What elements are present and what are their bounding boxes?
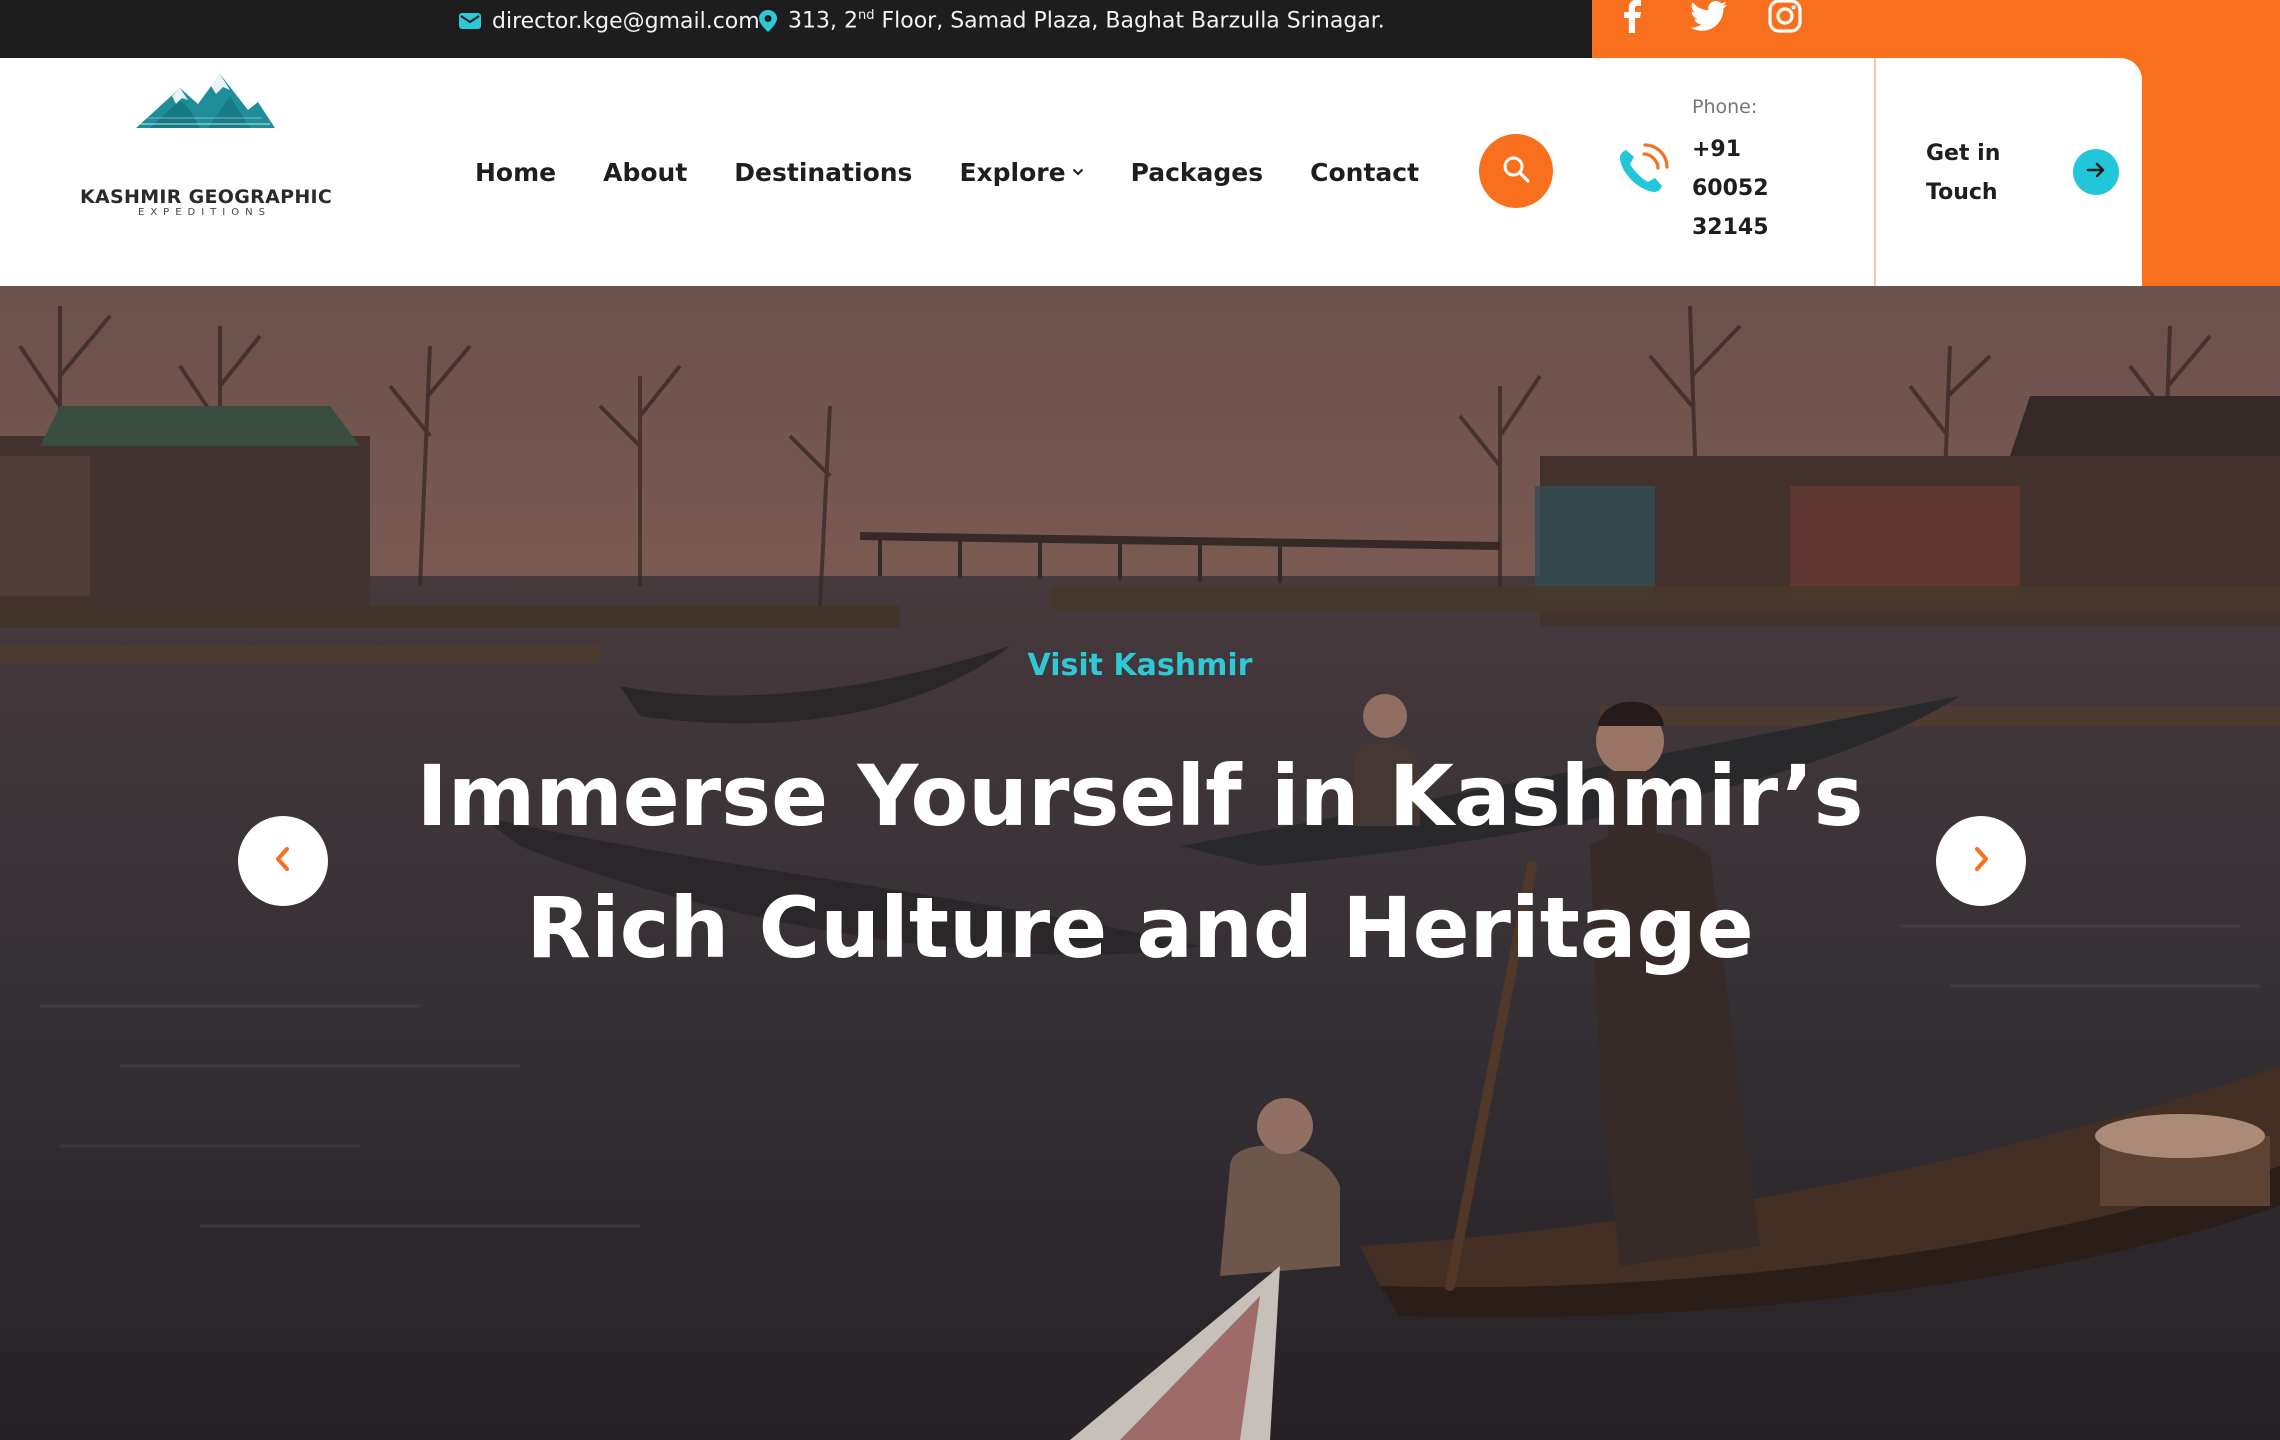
chevron-down-icon <box>1072 168 1084 176</box>
phone-info: Phone: +91 60052 32145 <box>1692 96 1822 247</box>
page: director.kge@gmail.com 313, 2nd Floor, S… <box>0 0 2280 1440</box>
address-contact: 313, 2nd Floor, Samad Plaza, Baghat Barz… <box>758 0 1385 42</box>
arrow-right-icon <box>2085 159 2107 185</box>
header-divider <box>1874 58 1876 286</box>
nav-explore-label: Explore <box>959 157 1066 187</box>
nav-explore[interactable]: Explore <box>959 158 1083 187</box>
main-nav: Home About Destinations Explore Packages… <box>475 58 1419 286</box>
nav-destinations[interactable]: Destinations <box>734 158 912 187</box>
slider-next-button[interactable] <box>1936 816 2026 906</box>
nav-home[interactable]: Home <box>475 158 556 187</box>
hero-headline-line-2: Rich Culture and Heritage <box>526 879 1754 977</box>
slider-prev-button[interactable] <box>238 816 328 906</box>
get-in-touch-label[interactable]: Get in Touch <box>1926 134 2016 212</box>
brand-name: KASHMIR GEOGRAPHIC <box>80 186 333 208</box>
search-icon <box>1501 154 1531 188</box>
mountain-logo-icon <box>136 74 275 128</box>
twitter-icon <box>1690 1 1728 35</box>
email-contact[interactable]: director.kge@gmail.com <box>458 0 760 42</box>
search-button[interactable] <box>1479 134 1553 208</box>
hero-eyebrow: Visit Kashmir <box>1027 648 1253 683</box>
nav-contact[interactable]: Contact <box>1310 158 1419 187</box>
instagram-icon <box>1768 0 1802 37</box>
email-text: director.kge@gmail.com <box>492 8 760 34</box>
phone-label: Phone: <box>1692 96 1758 118</box>
facebook-link[interactable] <box>1620 0 1644 36</box>
get-in-touch-button[interactable] <box>2073 149 2119 195</box>
facebook-icon <box>1620 0 1644 37</box>
map-pin-icon <box>758 9 778 33</box>
hero-headline-line-1: Immerse Yourself in Kashmir’s <box>416 747 1864 845</box>
twitter-link[interactable] <box>1690 0 1728 36</box>
phone-number[interactable]: +91 60052 32145 <box>1692 130 1802 247</box>
nav-about[interactable]: About <box>603 158 687 187</box>
chevron-left-icon <box>273 846 293 876</box>
brand-tagline: EXPEDITIONS <box>138 207 271 218</box>
instagram-link[interactable] <box>1768 0 1802 36</box>
address-text: 313, 2nd Floor, Samad Plaza, Baghat Barz… <box>788 8 1385 34</box>
phone-ringing-icon <box>1614 140 1672 198</box>
hero-slider: Visit Kashmir Immerse Yourself in Kashmi… <box>0 286 2280 1440</box>
envelope-icon <box>458 12 482 30</box>
brand-logo[interactable]: KASHMIR GEOGRAPHIC EXPEDITIONS <box>80 58 332 218</box>
chevron-right-icon <box>1971 846 1991 876</box>
nav-packages[interactable]: Packages <box>1131 158 1264 187</box>
